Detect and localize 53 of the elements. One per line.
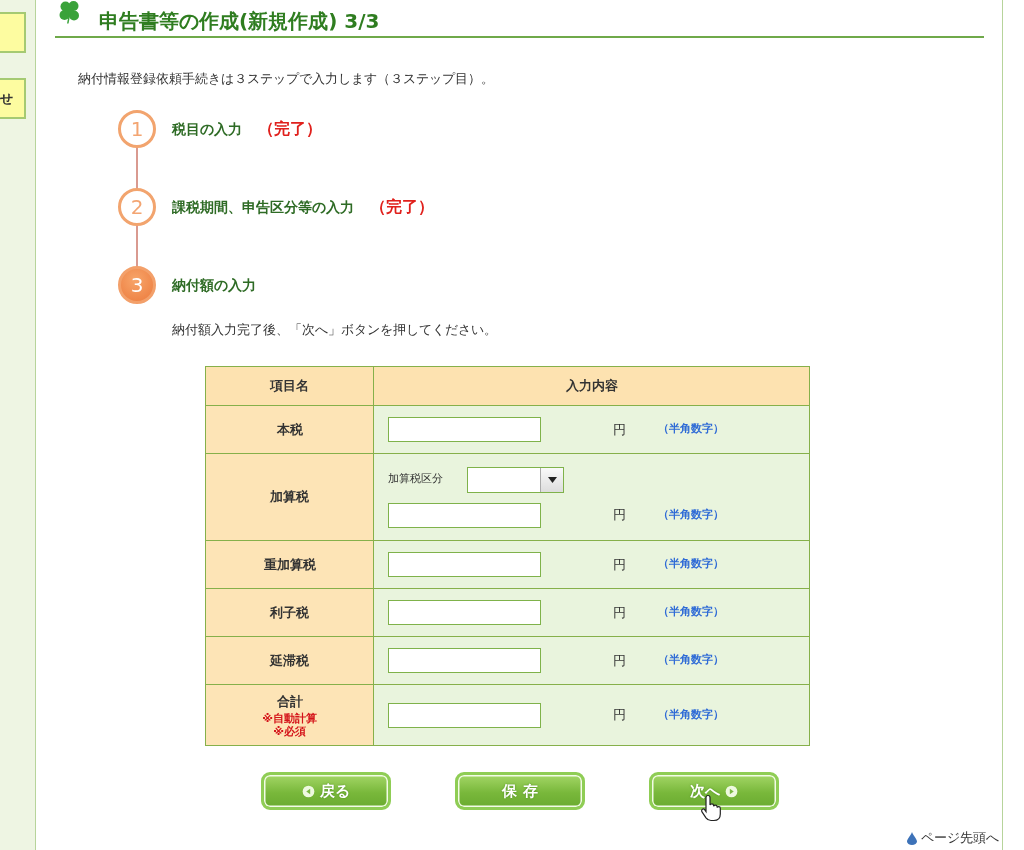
dropdown-select[interactable]: [467, 466, 564, 493]
input-hint: （半角数字）: [658, 421, 724, 438]
input-hint: （半角数字）: [658, 652, 724, 669]
unit-label: 円: [613, 506, 626, 525]
row-label: 合計: [275, 693, 304, 712]
required-note: ※自動計算: [261, 711, 318, 725]
field-label: 加算税区分: [388, 471, 444, 488]
step-label: 納付額の入力: [172, 276, 256, 295]
step-number-circle: 2: [118, 188, 156, 226]
amount-input[interactable]: [388, 502, 541, 528]
row-label: 利子税: [205, 588, 374, 637]
step-label: 税目の入力: [172, 120, 242, 139]
row-label: 重加算税: [205, 540, 374, 589]
teardrop-icon: [907, 831, 917, 845]
required-note: ※必須: [272, 724, 307, 738]
sidebar-button[interactable]: [0, 12, 26, 53]
sidebar-button[interactable]: せ: [0, 78, 26, 119]
caret-icon: [547, 476, 557, 483]
step-label: 課税期間、申告区分等の入力: [172, 198, 354, 217]
step-status: （完了）: [370, 196, 434, 218]
amount-input[interactable]: [388, 600, 541, 625]
save-button[interactable]: 保 存: [455, 772, 585, 810]
unit-label: 円: [613, 555, 626, 574]
row-label: 本税: [205, 405, 374, 454]
unit-label: 円: [613, 603, 626, 622]
page-title: 申告書等の作成(新規作成) 3/3: [99, 9, 380, 33]
right-arrow-circle-icon: [725, 784, 738, 798]
row-label: 延滞税: [205, 636, 374, 685]
amount-input[interactable]: [388, 648, 541, 673]
step-connector-line: [136, 148, 138, 188]
amount-input[interactable]: [388, 552, 541, 577]
intro-text: 納付情報登録依頼手続きは３ステップで入力します（３ステップ目）。: [78, 70, 494, 88]
step-status: （完了）: [258, 118, 322, 140]
row-label: 加算税: [205, 453, 374, 541]
step-number-circle: 3: [118, 266, 156, 304]
step-connector-line: [136, 226, 138, 266]
column-header: 入力内容: [373, 366, 810, 406]
left-arrow-circle-icon: [302, 784, 315, 798]
unit-label: 円: [613, 706, 626, 725]
amount-input[interactable]: [388, 417, 541, 442]
input-hint: （半角数字）: [658, 604, 724, 621]
unit-label: 円: [613, 420, 626, 439]
input-hint: （半角数字）: [658, 556, 724, 573]
unit-label: 円: [613, 651, 626, 670]
step-number-circle: 1: [118, 110, 156, 148]
column-header: 項目名: [205, 366, 374, 406]
page-top-link[interactable]: ページ先頭へ: [907, 830, 999, 846]
back-button[interactable]: 戻る: [261, 772, 391, 810]
input-hint: （半角数字）: [658, 506, 724, 523]
input-hint: （半角数字）: [658, 706, 724, 723]
step-instruction: 納付額入力完了後、「次へ」ボタンを押してください。: [172, 321, 497, 339]
next-button[interactable]: 次へ: [649, 772, 779, 810]
amount-input[interactable]: [388, 702, 541, 728]
